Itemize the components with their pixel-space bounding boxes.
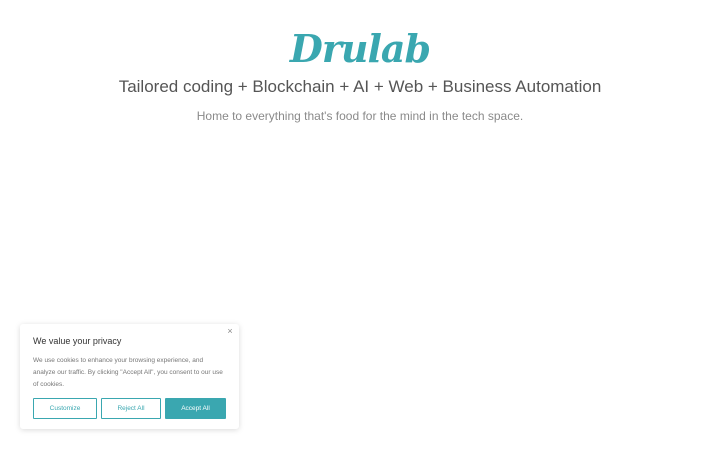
site-logo[interactable]: Drulab bbox=[0, 26, 720, 72]
reject-all-button[interactable]: Reject All bbox=[101, 398, 161, 419]
accept-all-button[interactable]: Accept All bbox=[165, 398, 226, 419]
page: Drulab Tailored coding + Blockchain + AI… bbox=[0, 0, 720, 450]
customize-button[interactable]: Customize bbox=[33, 398, 97, 419]
cookie-banner-title: We value your privacy bbox=[33, 336, 122, 346]
cookie-banner-actions: Customize Reject All Accept All bbox=[33, 398, 226, 419]
cookie-banner-text: We use cookies to enhance your browsing … bbox=[33, 357, 223, 388]
hero-headline: Tailored coding + Blockchain + AI + Web … bbox=[118, 77, 602, 96]
close-icon[interactable]: × bbox=[225, 326, 235, 336]
hero-tagline: Home to everything that's food for the m… bbox=[196, 109, 524, 123]
cookie-consent-banner: × We value your privacy We use cookies t… bbox=[20, 324, 239, 429]
